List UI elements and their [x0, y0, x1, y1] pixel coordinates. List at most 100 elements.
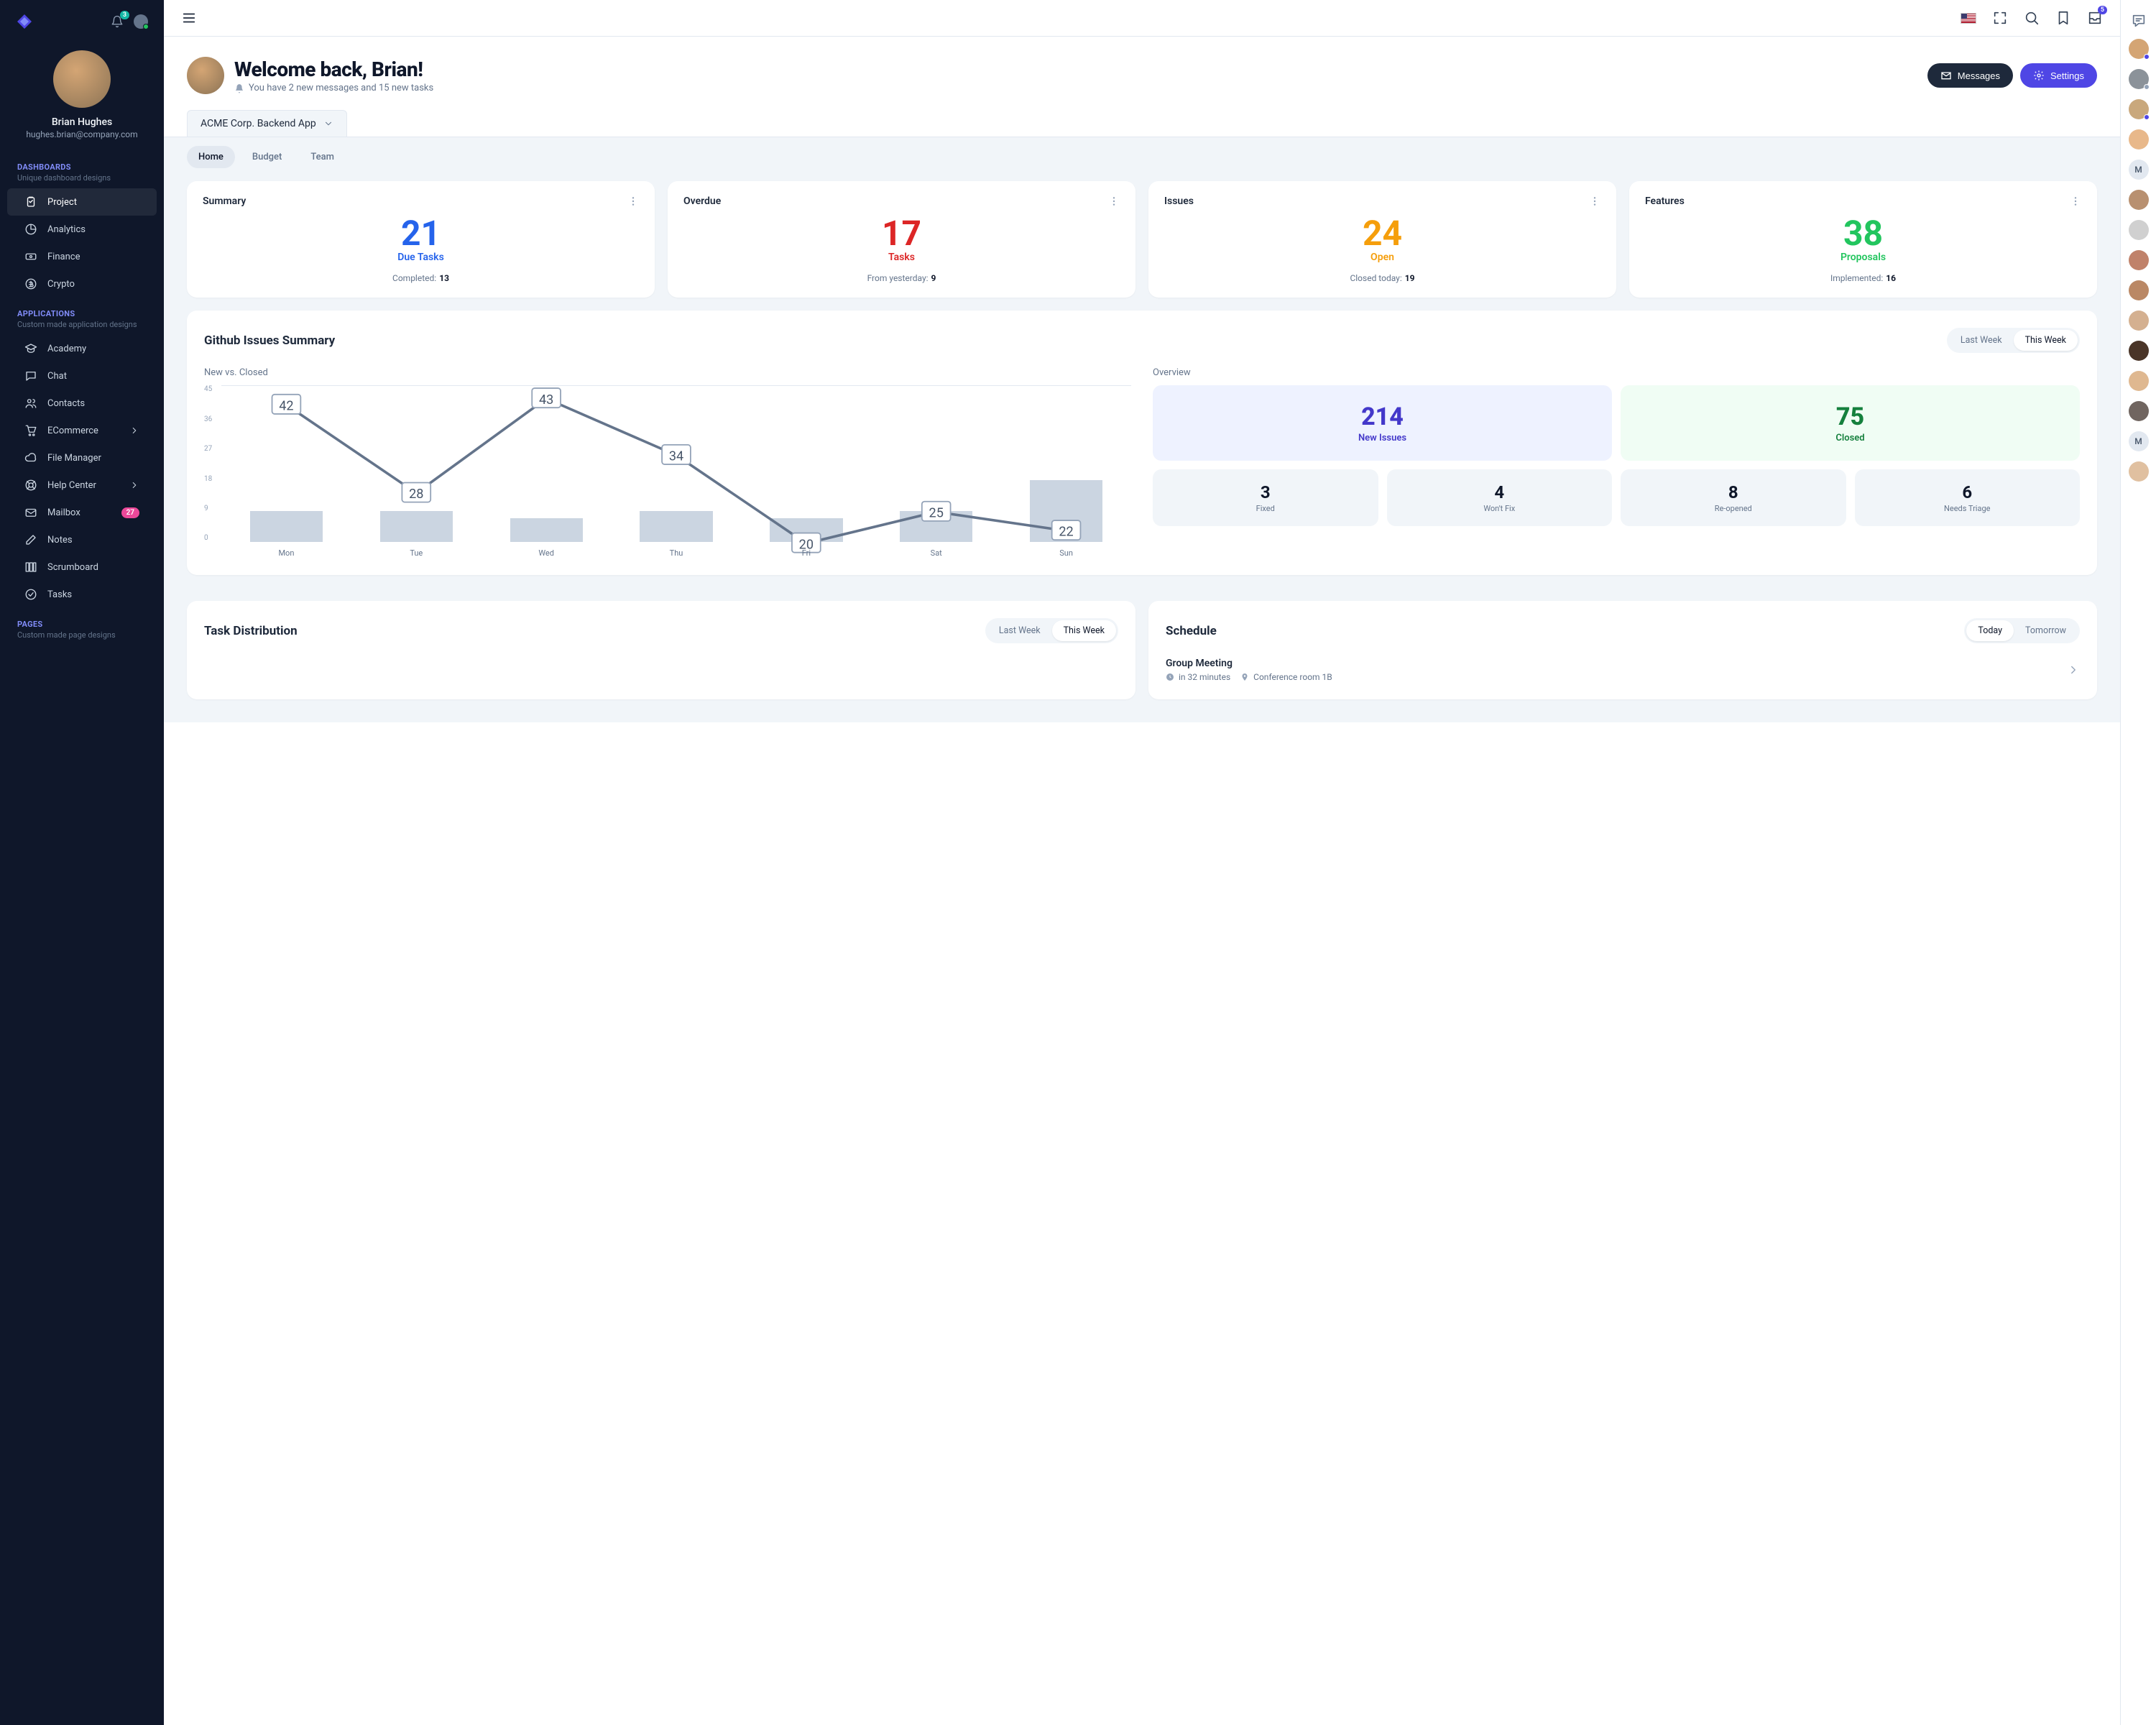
nav-item-notes[interactable]: Notes [7, 526, 157, 553]
range-tomorrow[interactable]: Tomorrow [2014, 620, 2078, 641]
contact-avatar[interactable] [2129, 341, 2149, 361]
nav-item-analytics[interactable]: Analytics [7, 216, 157, 243]
overview-stat: 3Fixed [1153, 469, 1378, 526]
notifications-button[interactable]: 3 [111, 15, 124, 28]
fullscreen-button[interactable] [1992, 10, 2008, 26]
contact-avatar[interactable]: M [2129, 160, 2149, 180]
inbox-badge: 5 [2098, 6, 2107, 14]
contact-avatar[interactable] [2129, 401, 2149, 421]
menu-toggle-button[interactable] [181, 10, 197, 26]
chat-icon [24, 369, 37, 382]
card-value: 17 [683, 216, 1120, 252]
contact-avatar[interactable] [2129, 99, 2149, 119]
contact-avatar[interactable]: M [2129, 431, 2149, 451]
schedule-item[interactable]: Group Meeting in 32 minutes Conference r… [1166, 658, 2080, 682]
range-last-week[interactable]: Last Week [1949, 330, 2014, 351]
card-footer: Completed:13 [203, 273, 639, 283]
contact-avatar[interactable] [2129, 461, 2149, 482]
nav-item-tasks[interactable]: Tasks [7, 581, 157, 608]
overview-stat: 6Needs Triage [1855, 469, 2081, 526]
welcome-avatar [187, 57, 224, 94]
bookmark-button[interactable] [2055, 10, 2071, 26]
columns-icon [24, 561, 37, 574]
language-button[interactable] [1961, 13, 1976, 24]
github-issues-card: Github Issues Summary Last Week This Wee… [187, 310, 2097, 575]
contact-avatar[interactable] [2129, 129, 2149, 150]
tab-home[interactable]: Home [187, 146, 235, 168]
search-button[interactable] [2024, 10, 2040, 26]
tab-team[interactable]: Team [299, 146, 346, 168]
svg-text:42: 42 [279, 399, 293, 414]
clock-icon [1166, 673, 1174, 681]
nav-item-scrumboard[interactable]: Scrumboard [7, 553, 157, 581]
profile-avatar[interactable] [53, 50, 111, 108]
user-menu-avatar[interactable] [134, 14, 148, 29]
more-icon[interactable] [1589, 196, 1600, 207]
chat-panel-button[interactable] [2131, 13, 2147, 29]
summary-card: Features 38 Proposals Implemented:16 [1629, 181, 2097, 298]
nav-sub-applications: Custom made application designs [0, 320, 164, 335]
contact-avatar[interactable] [2129, 220, 2149, 240]
card-label: Proposals [1645, 252, 2081, 263]
nav-item-project[interactable]: Project [7, 188, 157, 216]
status-dot-icon [2144, 114, 2150, 120]
academic-cap-icon [24, 342, 37, 355]
card-value: 21 [203, 216, 639, 252]
tabs: Home Budget Team [187, 137, 2097, 181]
svg-text:34: 34 [669, 449, 683, 464]
schedule-card: Schedule Today Tomorrow Group Meeting [1148, 601, 2097, 699]
contact-avatar[interactable] [2129, 280, 2149, 300]
page-title: Welcome back, Brian! [234, 58, 433, 81]
tab-budget[interactable]: Budget [241, 146, 293, 168]
card-label: Open [1164, 252, 1600, 263]
nav-item-academy[interactable]: Academy [7, 335, 157, 362]
contact-avatar[interactable] [2129, 250, 2149, 270]
nav-item-helpcenter[interactable]: Help Center [7, 472, 157, 499]
contact-avatar[interactable] [2129, 39, 2149, 59]
status-dot-icon [143, 24, 149, 29]
nav-label: Project [47, 197, 77, 208]
schedule-title: Schedule [1166, 624, 1217, 638]
overview-stat: 4Won't Fix [1387, 469, 1613, 526]
nav-item-finance[interactable]: Finance [7, 243, 157, 270]
nav-item-mailbox[interactable]: Mailbox27 [7, 499, 157, 526]
contact-avatar[interactable] [2129, 190, 2149, 210]
chevron-right-icon [2067, 663, 2080, 676]
overview-new-issues: 214New Issues [1153, 385, 1612, 461]
nav-label: Mailbox [47, 507, 80, 518]
more-icon[interactable] [1108, 196, 1120, 207]
nav-item-chat[interactable]: Chat [7, 362, 157, 390]
contact-avatar[interactable] [2129, 69, 2149, 89]
range-this-week[interactable]: This Week [2014, 330, 2078, 351]
card-label: Due Tasks [203, 252, 639, 263]
svg-text:25: 25 [929, 506, 944, 521]
card-title: Summary [203, 196, 246, 207]
settings-button[interactable]: Settings [2020, 63, 2097, 88]
schedule-item-title: Group Meeting [1166, 658, 1332, 669]
project-selector[interactable]: ACME Corp. Backend App [187, 110, 347, 137]
pencil-icon [24, 533, 37, 546]
nav-item-ecommerce[interactable]: ECommerce [7, 417, 157, 444]
summary-card: Summary 21 Due Tasks Completed:13 [187, 181, 655, 298]
contact-avatar[interactable] [2129, 371, 2149, 391]
nav-item-contacts[interactable]: Contacts [7, 390, 157, 417]
nav-item-crypto[interactable]: Crypto [7, 270, 157, 298]
nav-heading-pages: PAGES [0, 620, 164, 630]
nav-label: Tasks [47, 589, 72, 600]
summary-card: Overdue 17 Tasks From yesterday:9 [668, 181, 1135, 298]
cloud-icon [24, 451, 37, 464]
nav-item-filemanager[interactable]: File Manager [7, 444, 157, 472]
card-title: Features [1645, 196, 1685, 207]
more-icon[interactable] [627, 196, 639, 207]
inbox-button[interactable]: 5 [2087, 10, 2103, 26]
contact-avatar[interactable] [2129, 310, 2149, 331]
card-footer: Closed today:19 [1164, 273, 1600, 283]
github-range-tabs: Last Week This Week [1947, 328, 2080, 353]
more-icon[interactable] [2070, 196, 2081, 207]
dollar-circle-icon [24, 277, 37, 290]
nav-sub-pages: Custom made page designs [0, 630, 164, 645]
messages-button[interactable]: Messages [1927, 63, 2013, 88]
range-today[interactable]: Today [1966, 620, 2014, 641]
overview-stat: 8Re-opened [1621, 469, 1846, 526]
nav-heading-applications: APPLICATIONS [0, 309, 164, 320]
